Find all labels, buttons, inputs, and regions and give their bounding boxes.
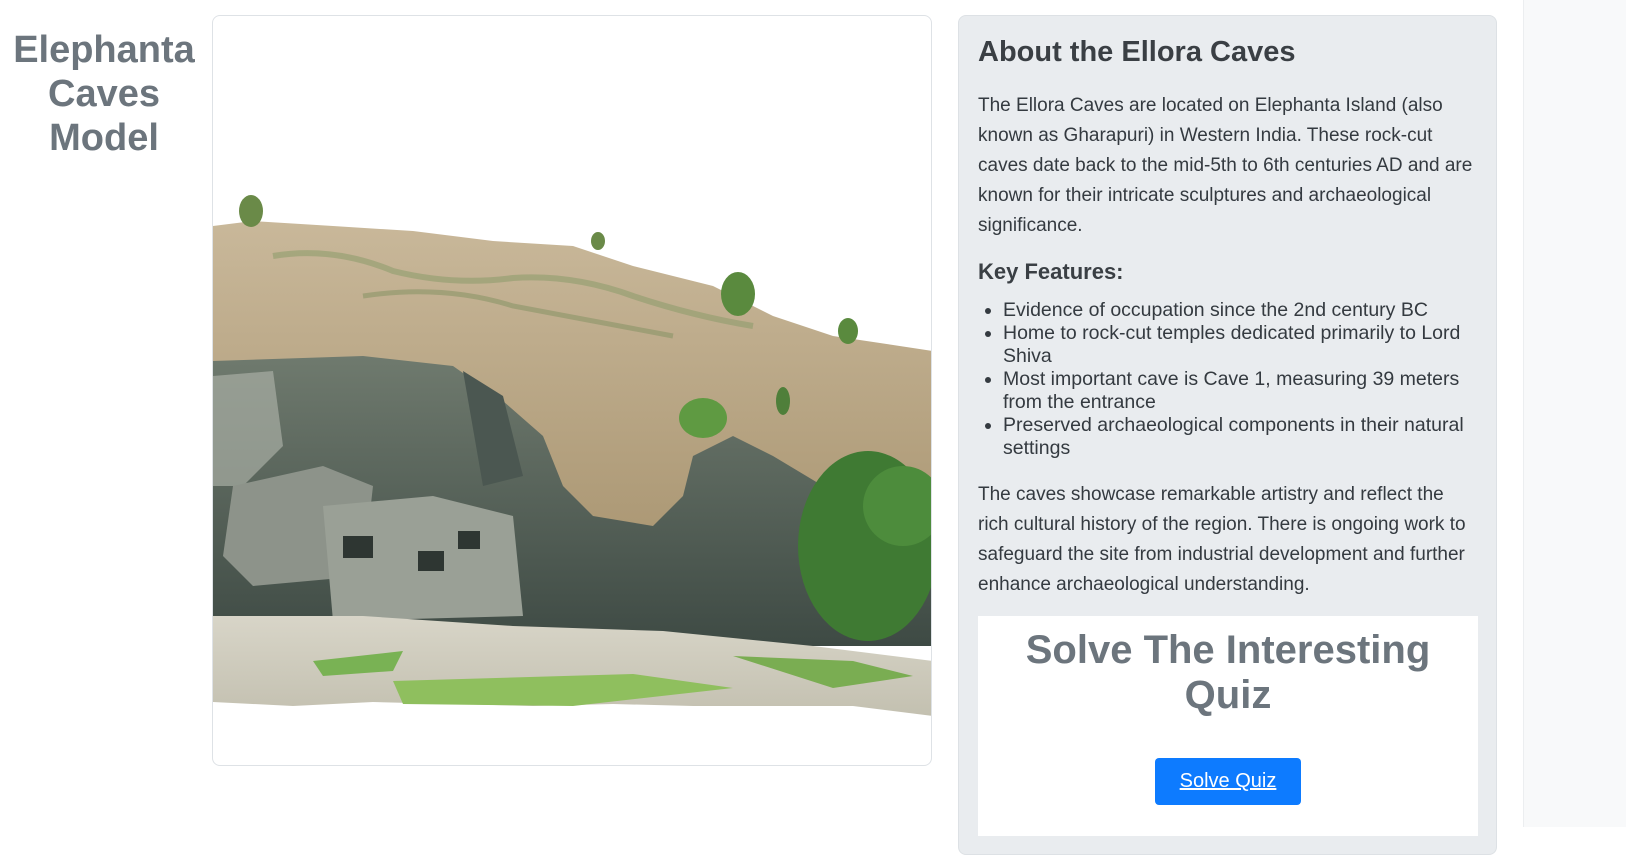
page-title-line-1: Elephanta [13, 29, 195, 71]
feature-item: Evidence of occupation since the 2nd cen… [1003, 299, 1477, 322]
about-panel: About the Ellora Caves The Ellora Caves … [958, 15, 1497, 855]
features-list: Evidence of occupation since the 2nd cen… [978, 299, 1477, 460]
feature-item: Most important cave is Cave 1, measuring… [1003, 368, 1477, 414]
scrollbar-track[interactable] [1523, 0, 1626, 827]
quiz-card: Solve The Interesting Quiz Solve Quiz [978, 616, 1478, 836]
quiz-title: Solve The Interesting Quiz [1025, 628, 1431, 717]
cave-model-render[interactable] [213, 16, 932, 766]
feature-item: Preserved archaeological components in t… [1003, 414, 1477, 460]
page-title-line-3: Model [49, 117, 159, 159]
feature-item: Home to rock-cut temples dedicated prima… [1003, 322, 1477, 368]
model-viewer[interactable] [212, 15, 932, 766]
about-heading: About the Ellora Caves [978, 36, 1296, 68]
page-title: Elephanta Caves Model [0, 28, 208, 160]
page-title-line-2: Caves [48, 73, 160, 115]
about-intro: The Ellora Caves are located on Elephant… [978, 95, 1473, 236]
features-heading: Key Features: [978, 259, 1124, 284]
solve-quiz-button[interactable]: Solve Quiz [1154, 758, 1302, 805]
about-closing: The caves showcase remarkable artistry a… [978, 484, 1466, 595]
